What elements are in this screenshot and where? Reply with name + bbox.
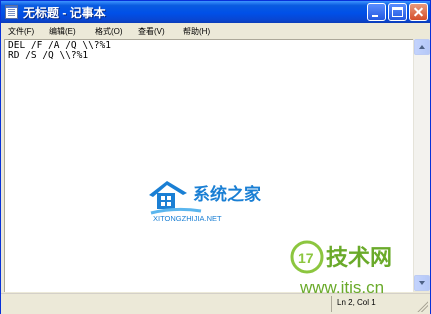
watermark-jishuwang: 技术网: [326, 246, 392, 271]
minimize-button[interactable]: [367, 3, 386, 21]
text-line: RD /S /Q \\?%1: [8, 50, 89, 61]
xitongzhijia-watermark-logo: 系统之家 XITONGZHIJIA.NET: [149, 181, 261, 223]
title-bar[interactable]: 无标题 - 记事本: [1, 1, 430, 23]
watermark-url: XITONGZHIJIA.NET: [153, 214, 222, 223]
notepad-window: 无标题 - 记事本 文件(F) 编辑(E) 格式(O) 查看(V) 帮助(H) …: [0, 0, 431, 314]
close-button[interactable]: [409, 3, 428, 21]
menu-help[interactable]: 帮助(H): [183, 26, 210, 37]
maximize-button[interactable]: [388, 3, 407, 21]
badge-17: 17: [298, 250, 314, 266]
cursor-position: Ln 2, Col 1: [337, 298, 376, 307]
watermark-name: 系统之家: [193, 184, 261, 205]
itjs-watermark-logo: 17 技术网 www.itjs.cn: [290, 240, 392, 297]
menu-format[interactable]: 格式(O): [95, 26, 123, 37]
resize-grip-icon[interactable]: [416, 300, 428, 312]
vertical-scrollbar[interactable]: [413, 39, 430, 291]
scroll-down-arrow-icon[interactable]: [414, 275, 430, 291]
notepad-icon[interactable]: [5, 5, 18, 19]
status-divider: [331, 296, 332, 312]
status-bar: Ln 2, Col 1: [1, 293, 430, 314]
window-title: 无标题 - 记事本: [23, 6, 106, 20]
text-editor[interactable]: DEL /F /A /Q \\?%1 RD /S /Q \\?%1 系统之家 X…: [4, 39, 413, 297]
scroll-up-arrow-icon[interactable]: [414, 39, 430, 55]
menu-edit[interactable]: 编辑(E): [49, 26, 76, 37]
menu-bar: 文件(F) 编辑(E) 格式(O) 查看(V) 帮助(H): [1, 23, 430, 39]
menu-view[interactable]: 查看(V): [138, 26, 165, 37]
menu-file[interactable]: 文件(F): [8, 26, 34, 37]
